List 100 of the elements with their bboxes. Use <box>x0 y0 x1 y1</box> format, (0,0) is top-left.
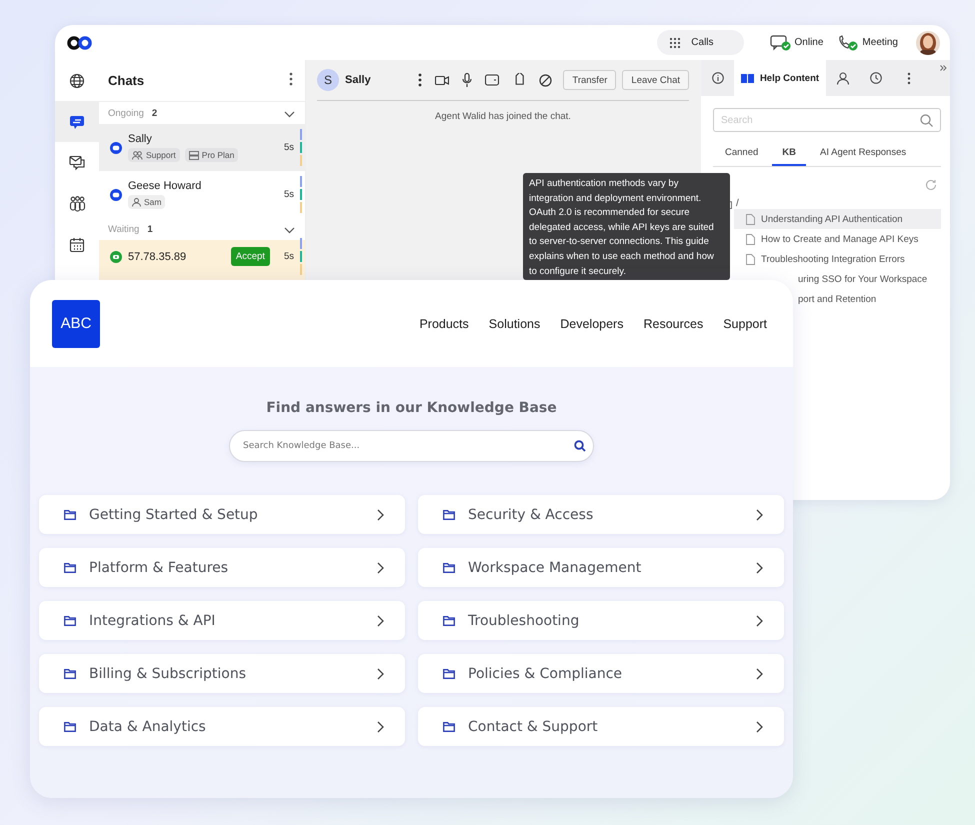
category-card[interactable]: Integrations & API <box>39 601 405 640</box>
group-label: Ongoing <box>108 108 144 118</box>
search-icon <box>920 114 933 126</box>
dialpad-icon <box>669 36 682 48</box>
document-icon <box>746 254 755 264</box>
sub-tab[interactable]: KB <box>772 141 806 166</box>
contact-avatar: S <box>317 69 339 91</box>
chat-item[interactable]: 57.78.35.89 Accept 5s <box>99 240 305 280</box>
video-icon[interactable] <box>435 74 450 86</box>
category-card[interactable]: Billing & Subscriptions <box>39 654 405 693</box>
plan-icon <box>188 150 199 160</box>
category-card[interactable]: Troubleshooting <box>418 601 784 640</box>
more-icon <box>906 72 910 84</box>
contact-name: Sally <box>345 74 371 86</box>
clock-icon <box>870 72 882 84</box>
nav-link[interactable]: Solutions <box>488 316 540 330</box>
folder-icon <box>443 510 455 520</box>
chevron-icon <box>284 226 295 234</box>
category-card[interactable]: Contact & Support <box>418 707 784 746</box>
chat-item[interactable]: Geese Howard Sam 5s <box>99 171 305 218</box>
chevron-icon <box>756 614 763 626</box>
chevron-icon <box>756 668 763 680</box>
chevron-icon <box>377 562 384 574</box>
article-item[interactable]: uring SSO for Your Workspace <box>798 269 941 289</box>
chevron-icon <box>377 720 384 732</box>
document-icon <box>746 234 755 244</box>
action-button[interactable]: Leave Chat <box>622 70 689 90</box>
category-card[interactable]: Policies & Compliance <box>418 654 784 693</box>
search-icon <box>574 440 586 452</box>
folder-icon <box>64 616 76 626</box>
status-label[interactable]: Meeting <box>862 37 898 48</box>
more-icon[interactable] <box>418 73 422 87</box>
info-icon <box>712 72 724 84</box>
waiting-chat-icon <box>110 250 122 262</box>
block-icon[interactable] <box>539 74 552 86</box>
page-heading: Find answers in our Knowledge Base <box>266 400 557 416</box>
article-item[interactable]: port and Retention <box>798 289 941 309</box>
group-count: 1 <box>147 224 153 234</box>
panel-tab[interactable]: Help Content <box>734 60 826 96</box>
more-icon <box>289 72 293 86</box>
chat-time: 5s <box>284 251 294 262</box>
chat-time: 5s <box>284 142 294 153</box>
phone-status-icon <box>837 34 860 50</box>
search-field[interactable]: Search Knowledge Base... <box>229 430 594 462</box>
chat-channel-icon <box>110 142 122 154</box>
sub-tab[interactable]: Canned <box>725 141 768 166</box>
person-icon <box>836 72 848 84</box>
double-chevron-icon[interactable] <box>940 65 947 71</box>
chevron-icon <box>377 668 384 680</box>
sub-tab[interactable]: AI Agent Responses <box>810 141 916 166</box>
nav-link[interactable]: Products <box>419 316 469 330</box>
category-card[interactable]: Platform & Features <box>39 548 405 587</box>
folder-icon <box>64 722 76 732</box>
chevron-icon <box>756 508 763 520</box>
chat-item[interactable]: Sally Support Pro Plan 5s <box>99 124 305 171</box>
tooltip: API authentication methods vary by integration and deployment environment. OAuth 2.0 is recommended for secure delegated access, while API keys are suited to server-to-server connections. This guide explains when to use each method and how to configure it securely. <box>523 173 730 280</box>
group-count: 2 <box>152 108 158 118</box>
calls-button[interactable]: Calls <box>657 30 744 55</box>
folder-path: / <box>736 198 739 209</box>
action-button[interactable]: Transfer <box>563 70 616 90</box>
team-icon <box>68 196 86 212</box>
category-card[interactable]: Getting Started & Setup <box>39 495 405 534</box>
folder-icon <box>443 562 455 572</box>
group-label: Waiting <box>108 224 140 234</box>
nav-button[interactable] <box>55 101 99 142</box>
tag: Pro Plan <box>184 148 238 162</box>
nav-link[interactable]: Resources <box>643 316 704 330</box>
folder-icon <box>443 616 455 626</box>
accept-button[interactable]: Accept <box>230 247 270 266</box>
contact-name: 57.78.35.89 <box>128 250 188 262</box>
chat-status-icon <box>770 34 792 50</box>
nav-link[interactable]: Developers <box>560 316 624 330</box>
chevron-icon <box>284 110 295 118</box>
folder-icon <box>64 510 76 520</box>
folder-icon <box>443 722 455 732</box>
category-card[interactable]: Workspace Management <box>418 548 784 587</box>
folder-icon <box>64 562 76 572</box>
chevron-icon <box>377 508 384 520</box>
article-item[interactable]: How to Create and Manage API Keys <box>734 229 941 249</box>
article-item[interactable]: Understanding API Authentication <box>734 209 941 229</box>
messages-icon <box>68 154 86 170</box>
contact-name: Sally <box>128 133 153 145</box>
panel-title: Chats <box>108 73 144 88</box>
book-icon <box>740 73 754 83</box>
tag: Sam <box>128 195 166 209</box>
person-icon <box>132 198 141 206</box>
category-card[interactable]: Data & Analytics <box>39 707 405 746</box>
group-icon <box>132 150 143 160</box>
status-label[interactable]: Online <box>794 37 824 48</box>
chat-time: 5s <box>284 189 294 200</box>
chat-icon <box>69 114 85 130</box>
chevron-icon <box>756 720 763 732</box>
screen-icon[interactable] <box>485 74 500 86</box>
chevron-icon <box>377 614 384 626</box>
category-card[interactable]: Security & Access <box>418 495 784 534</box>
microphone-icon[interactable] <box>462 73 472 87</box>
calendar-icon <box>69 236 85 252</box>
logo-icon <box>67 36 93 50</box>
article-item[interactable]: Troubleshooting Integration Errors <box>734 249 941 269</box>
nav-link[interactable]: Support <box>723 316 767 330</box>
